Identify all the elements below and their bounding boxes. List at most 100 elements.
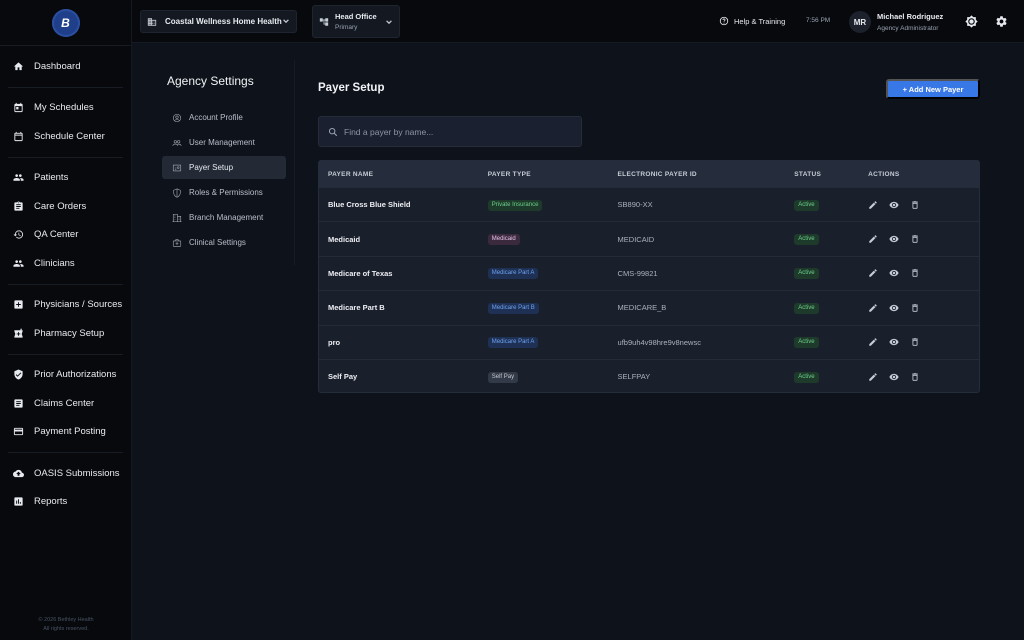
settings-item-user-management[interactable]: User Management: [162, 131, 286, 154]
help-label: Help & Training: [734, 16, 786, 26]
status-badge: Active: [794, 337, 819, 349]
table-row[interactable]: Medicare of Texas Medicare Part A CMS-9982…: [319, 255, 979, 290]
actions-cell: [859, 337, 979, 347]
settings-item-roles-permissions[interactable]: Roles & Permissions: [162, 181, 286, 204]
table-row[interactable]: Self Pay Self Pay SELFPAY Active: [319, 358, 979, 392]
edit-icon[interactable]: [868, 303, 878, 313]
nav-item-label: Pharmacy Setup: [34, 327, 105, 339]
search-input[interactable]: [344, 126, 564, 137]
col-payer-type[interactable]: PAYER TYPE: [479, 171, 609, 178]
people-icon: [12, 172, 24, 184]
view-icon[interactable]: [889, 303, 899, 313]
nav-item-pharmacy-setup[interactable]: Pharmacy Setup: [8, 319, 123, 348]
nav-group: My Schedules Schedule Center: [8, 88, 123, 158]
view-icon[interactable]: [889, 234, 899, 244]
nav-item-dashboard[interactable]: Dashboard: [8, 52, 123, 81]
clock-time: 7:56 PM: [806, 17, 831, 24]
col-status[interactable]: STATUS: [785, 171, 859, 178]
table-row[interactable]: Blue Cross Blue Shield Private Insurance S…: [319, 187, 979, 221]
view-icon[interactable]: [889, 337, 899, 347]
delete-icon[interactable]: [910, 200, 920, 210]
nav-item-physicians-sources[interactable]: Physicians / Sources: [8, 291, 123, 320]
edit-icon[interactable]: [868, 337, 878, 347]
payer-type-cell: Private Insurance: [479, 199, 609, 211]
payer-type-badge: Medicare Part A: [487, 337, 539, 349]
settings-item-payer-setup[interactable]: Payer Setup: [162, 156, 286, 179]
delete-icon[interactable]: [910, 268, 920, 278]
edit-icon[interactable]: [868, 200, 878, 210]
payer-type-cell: Self Pay: [479, 371, 609, 383]
delete-icon[interactable]: [910, 372, 920, 382]
nav-item-patients[interactable]: Patients: [8, 164, 123, 193]
settings-item-branch-management[interactable]: Branch Management: [162, 206, 286, 229]
status-cell: Active: [785, 267, 859, 280]
actions-cell: [859, 372, 979, 382]
user-info[interactable]: Michael Rodriguez Agency Administrator: [877, 11, 943, 35]
settings-item-label: Account Profile: [189, 113, 243, 122]
add-new-payer-button[interactable]: + Add New Payer: [886, 79, 980, 99]
nav-item-care-orders[interactable]: Care Orders: [8, 192, 123, 221]
col-payer-id[interactable]: ELECTRONIC PAYER ID: [609, 171, 786, 178]
table-row[interactable]: Medicaid Medicaid MEDICAID Active: [319, 221, 979, 255]
settings-item-label: Clinical Settings: [189, 238, 246, 247]
payer-name: Blue Cross Blue Shield: [328, 200, 411, 210]
payer-type-badge: Self Pay: [487, 371, 519, 383]
settings-item-clinical-settings[interactable]: Clinical Settings: [162, 231, 286, 254]
edit-icon[interactable]: [868, 234, 878, 244]
home-icon: [12, 60, 24, 72]
table-row[interactable]: Medicare Part B Medicare Part B MEDICARE_B…: [319, 290, 979, 324]
help-circle-icon: [719, 16, 729, 26]
table-body: Blue Cross Blue Shield Private Insurance S…: [319, 187, 979, 392]
payer-name: Medicare of Texas: [328, 268, 393, 278]
nav-item-label: Patients: [34, 172, 69, 184]
actions-cell: [859, 234, 979, 244]
delete-icon[interactable]: [910, 337, 920, 347]
agency-selector[interactable]: Coastal Wellness Home Health: [140, 10, 297, 33]
nav-item-reports[interactable]: Reports: [8, 488, 123, 517]
settings-title: Agency Settings: [167, 74, 254, 88]
cloud-upload-icon: [12, 467, 24, 479]
nav-item-qa-center[interactable]: QA Center: [8, 221, 123, 250]
nav-item-my-schedules[interactable]: My Schedules: [8, 94, 123, 123]
app-logo[interactable]: B: [51, 8, 80, 37]
settings-item-account-profile[interactable]: Account Profile: [162, 106, 286, 129]
nav-item-label: Physicians / Sources: [34, 299, 123, 311]
view-icon[interactable]: [889, 200, 899, 210]
nav-item-label: Claims Center: [34, 397, 95, 409]
delete-icon[interactable]: [910, 234, 920, 244]
nav-item-oasis-submissions[interactable]: OASIS Submissions: [8, 459, 123, 488]
nav-item-label: Dashboard: [34, 60, 81, 72]
status-cell: Active: [785, 371, 859, 383]
nav-group: Physicians / Sources Pharmacy Setup: [8, 285, 123, 355]
nav-item-schedule-center[interactable]: Schedule Center: [8, 122, 123, 151]
office-selector[interactable]: Head Office Primary: [312, 5, 400, 38]
main-navigation: B Dashboard My Schedules Schedule Center Pa…: [0, 0, 132, 640]
nav-item-label: My Schedules: [34, 102, 94, 114]
office-type: Primary: [335, 23, 358, 31]
logo-area: B: [0, 0, 131, 46]
edit-icon[interactable]: [868, 372, 878, 382]
view-icon[interactable]: [889, 372, 899, 382]
nav-item-payment-posting[interactable]: Payment Posting: [8, 418, 123, 447]
status-cell: Active: [785, 302, 859, 314]
user-name: Michael Rodriguez: [877, 12, 944, 21]
electronic-payer-id: CMS-99821: [617, 268, 658, 278]
help-training-link[interactable]: Help & Training: [719, 16, 785, 26]
copyright-text: © 2026 Bethley Health: [38, 617, 94, 623]
nav-item-clinicians[interactable]: Clinicians: [8, 249, 123, 278]
account-circle-icon: [172, 113, 182, 122]
gear-icon[interactable]: [995, 15, 1008, 28]
calendar-check-icon: [12, 102, 24, 114]
col-payer-name[interactable]: PAYER NAME: [319, 171, 479, 178]
avatar[interactable]: MR: [849, 11, 871, 33]
delete-icon[interactable]: [910, 303, 920, 313]
theme-toggle-icon[interactable]: [965, 15, 978, 28]
table-row[interactable]: pro Medicare Part A ufb9uh4v98hre9v8newsc A…: [319, 324, 979, 359]
view-icon[interactable]: [889, 268, 899, 278]
page-title: Payer Setup: [318, 82, 385, 94]
agency-name: Coastal Wellness Home Health: [165, 17, 282, 26]
nav-item-prior-authorizations[interactable]: Prior Authorizations: [8, 361, 123, 390]
nav-item-claims-center[interactable]: Claims Center: [8, 389, 123, 418]
edit-icon[interactable]: [868, 268, 878, 278]
actions-cell: [859, 200, 979, 210]
